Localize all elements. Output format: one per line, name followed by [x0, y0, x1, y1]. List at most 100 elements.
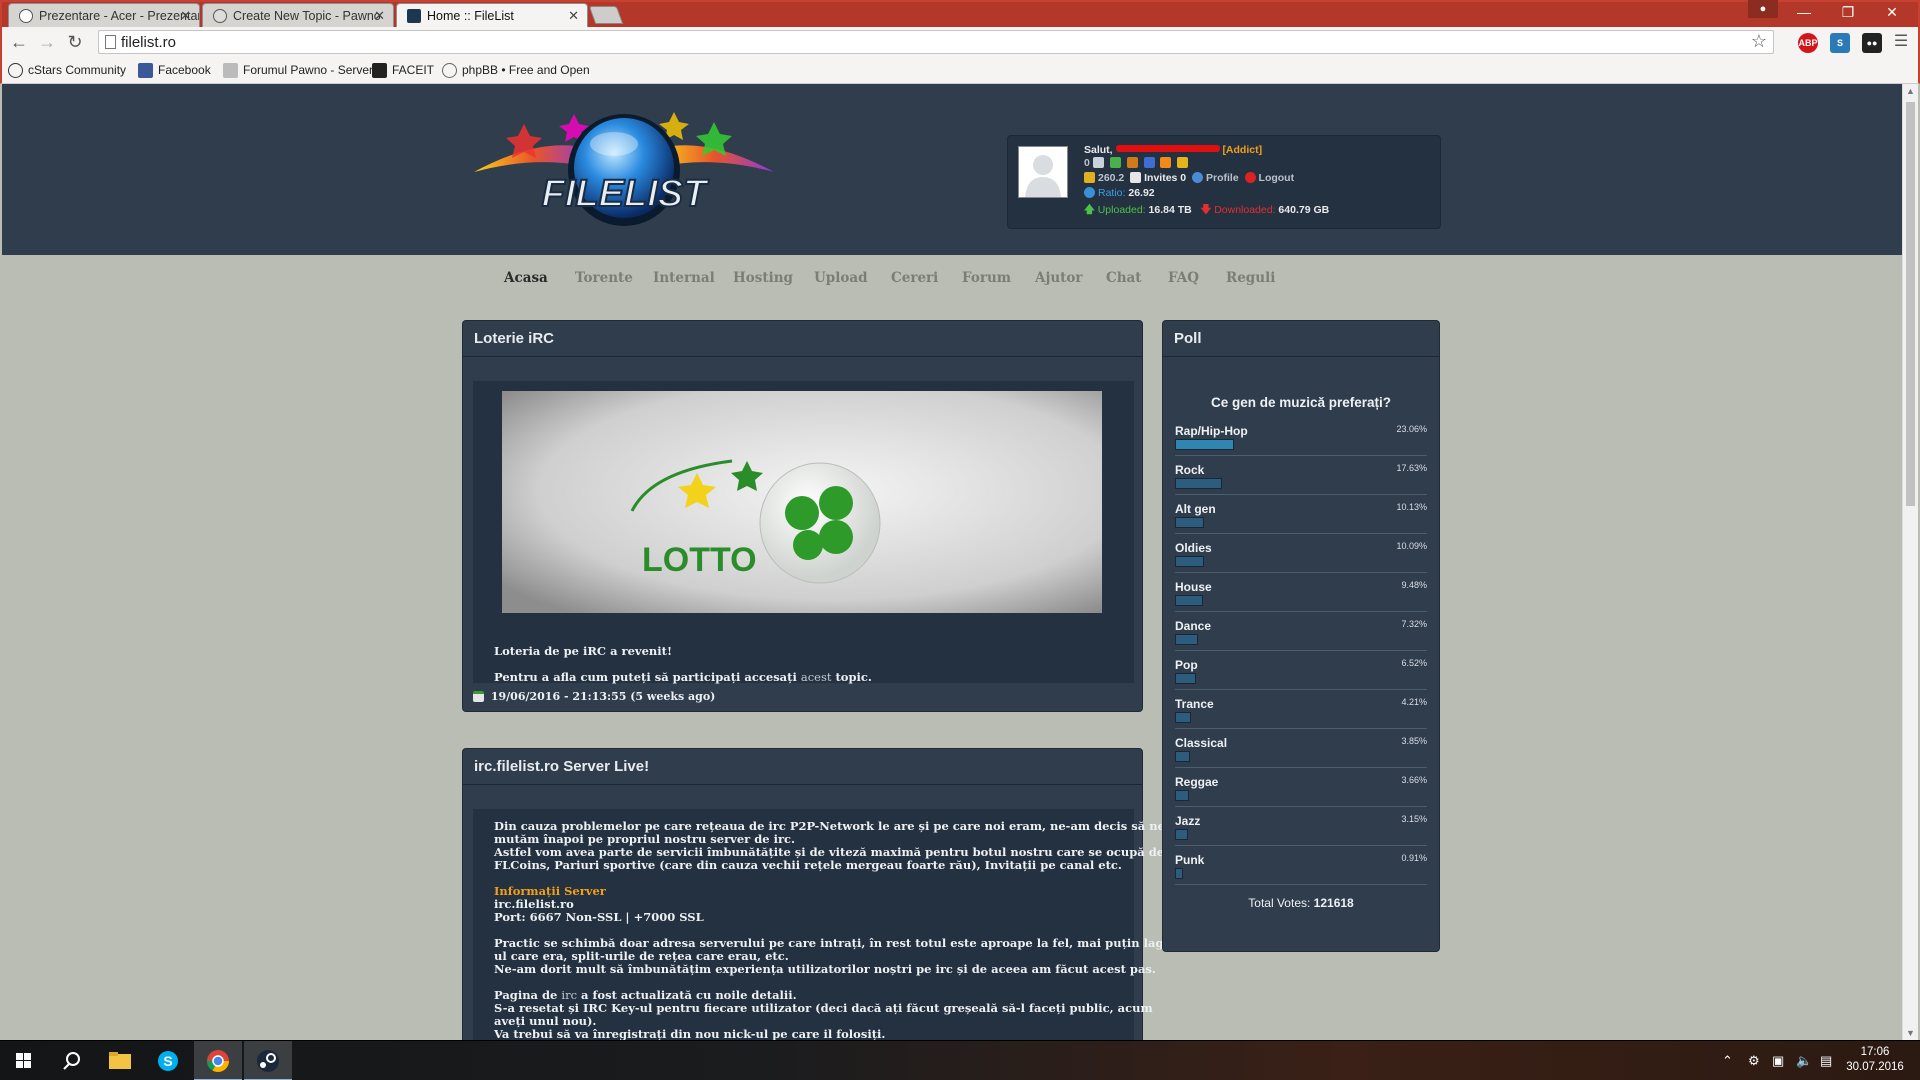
- page-icon: [105, 35, 116, 49]
- nav-ajutor[interactable]: Ajutor: [1035, 270, 1083, 286]
- tray-chevron-icon[interactable]: ⌃: [1722, 1053, 1733, 1069]
- windows-start-icon[interactable]: [0, 1041, 48, 1080]
- shop-icon[interactable]: [1143, 157, 1155, 168]
- bookmark-star-icon[interactable]: ☆: [1751, 31, 1767, 52]
- tab-prezentare[interactable]: Prezentare - Acer - Prezentare ✕: [8, 3, 200, 27]
- avatar[interactable]: [1018, 146, 1068, 198]
- nav-chat[interactable]: Chat: [1106, 270, 1142, 286]
- svg-text:S: S: [163, 1053, 172, 1069]
- browser-toolbar: ← → ↻ filelist.ro ☆ ABP S ●● ☰: [0, 27, 1920, 58]
- menu-icon[interactable]: ☰: [1890, 31, 1912, 53]
- message-count[interactable]: 0: [1084, 157, 1090, 169]
- scrollbar-thumb[interactable]: [1906, 102, 1915, 506]
- address-bar[interactable]: filelist.ro ☆: [98, 30, 1774, 54]
- poll-option-percent: 4.21%: [1401, 697, 1427, 707]
- steam-icon[interactable]: [244, 1041, 292, 1080]
- tab-close-icon[interactable]: ✕: [374, 8, 385, 24]
- envelope-icon[interactable]: [1092, 157, 1104, 168]
- nav-reguli[interactable]: Reguli: [1226, 270, 1275, 286]
- poll-bar: [1175, 517, 1204, 528]
- notifications-icon[interactable]: ▤: [1820, 1053, 1832, 1069]
- news-line: Din cauza problemelor pe care rețeaua de…: [494, 819, 1165, 833]
- bookmark-phpbb[interactable]: phpBB • Free and Open: [442, 63, 590, 78]
- trophy-icon[interactable]: [1177, 157, 1189, 168]
- nav-acasa[interactable]: Acasa: [504, 270, 548, 286]
- filelist-logo[interactable]: FILELIST: [464, 104, 784, 244]
- filelist-favicon-icon: [407, 9, 421, 23]
- scroll-down-icon[interactable]: ▼: [1906, 1028, 1915, 1038]
- tray-app-icon[interactable]: ⚙: [1748, 1053, 1760, 1069]
- topic-link[interactable]: acest: [801, 670, 832, 684]
- tab-filelist-home[interactable]: Home :: FileList ✕: [396, 3, 588, 27]
- poll-bar: [1175, 790, 1189, 801]
- poll-option: Punk 0.91%: [1175, 846, 1427, 885]
- network-icon[interactable]: ▣: [1772, 1053, 1784, 1069]
- faceit-icon: [372, 63, 387, 78]
- poll-bar: [1175, 478, 1222, 489]
- search-icon[interactable]: [48, 1041, 96, 1080]
- reload-icon[interactable]: ↻: [64, 31, 86, 53]
- news-line: Astfel vom avea parte de servicii îmbună…: [494, 845, 1165, 859]
- gift-icon[interactable]: [1126, 157, 1138, 168]
- poll-option-label: Punk: [1175, 853, 1205, 867]
- volume-icon[interactable]: 🔈: [1796, 1053, 1812, 1069]
- extension-glasses-icon[interactable]: ●●: [1862, 33, 1882, 53]
- panel-header: Loterie iRC: [463, 321, 1142, 357]
- tab-close-icon[interactable]: ✕: [568, 8, 579, 24]
- forward-arrow-icon[interactable]: →: [36, 31, 58, 53]
- restore-icon[interactable]: ❐: [1826, 2, 1870, 22]
- bookmark-faceit[interactable]: FACEIT: [372, 63, 434, 78]
- extension-s-icon[interactable]: S: [1830, 33, 1850, 53]
- poll-bar: [1175, 712, 1191, 723]
- nav-internal[interactable]: Internal: [653, 270, 715, 286]
- news-line: Va trebui să va înregistrați din nou nic…: [494, 1027, 886, 1040]
- file-explorer-icon[interactable]: [96, 1041, 144, 1080]
- minimize-icon[interactable]: —: [1782, 2, 1826, 22]
- nav-torente[interactable]: Torente: [575, 270, 633, 286]
- user-class[interactable]: [Addict]: [1222, 144, 1262, 156]
- taskbar-clock[interactable]: 17:06 30.07.2016: [1840, 1045, 1910, 1075]
- pawno-icon: [223, 63, 238, 78]
- skype-icon[interactable]: S: [144, 1041, 192, 1080]
- bookmark-pawno[interactable]: Forumul Pawno - Server: [223, 63, 373, 78]
- rss-icon[interactable]: [1160, 157, 1172, 168]
- profile-icon[interactable]: ●: [1748, 0, 1778, 18]
- address-url[interactable]: filelist.ro: [121, 34, 176, 51]
- poll-bar-track: [1175, 439, 1425, 450]
- logout-link[interactable]: Logout: [1259, 172, 1295, 184]
- facebook-icon: [138, 63, 153, 78]
- nav-upload[interactable]: Upload: [814, 270, 868, 286]
- close-window-icon[interactable]: ✕: [1870, 2, 1914, 22]
- news-line: S-a resetat și IRC Key-ul pentru fiecare…: [494, 1001, 1153, 1015]
- poll-option-percent: 9.48%: [1401, 580, 1427, 590]
- poll-bar: [1175, 829, 1188, 840]
- tab-close-icon[interactable]: ✕: [180, 8, 191, 24]
- poll-option: Rap/Hip-Hop 23.06%: [1175, 417, 1427, 456]
- profile-link[interactable]: Profile: [1206, 172, 1239, 184]
- invites-count[interactable]: Invites 0: [1144, 172, 1186, 184]
- tab-create-topic[interactable]: Create New Topic - Pawno ✕: [202, 3, 394, 27]
- nav-forum[interactable]: Forum: [962, 270, 1011, 286]
- poll-bar-track: [1175, 790, 1425, 801]
- poll-option: Classical 3.85%: [1175, 729, 1427, 768]
- bookmark-facebook[interactable]: Facebook: [138, 63, 211, 78]
- adblock-plus-icon[interactable]: ABP: [1798, 33, 1818, 53]
- scroll-up-icon[interactable]: ▲: [1906, 86, 1915, 96]
- stats-icon[interactable]: [1109, 157, 1121, 168]
- nav-faq[interactable]: FAQ: [1168, 270, 1199, 286]
- nav-hosting[interactable]: Hosting: [733, 270, 793, 286]
- page-scrollbar[interactable]: ▲ ▼: [1902, 84, 1918, 1040]
- news-line: Practic se schimbă doar adresa serverulu…: [494, 936, 1169, 950]
- irc-page-link[interactable]: irc: [561, 988, 577, 1002]
- bookmarks-bar: cStars Community Facebook Forumul Pawno …: [0, 58, 1920, 84]
- poll-option-label: Trance: [1175, 697, 1214, 711]
- back-arrow-icon[interactable]: ←: [8, 31, 30, 53]
- bookmark-cstars[interactable]: cStars Community: [8, 63, 126, 78]
- bonus-points[interactable]: 260.2: [1098, 172, 1124, 184]
- nav-cereri[interactable]: Cereri: [891, 270, 938, 286]
- news-text: topic.: [835, 670, 872, 684]
- chrome-icon[interactable]: [194, 1041, 242, 1080]
- poll-bar: [1175, 439, 1234, 450]
- news-panel-lottery: Loterie iRC LOTTO Loteria de pe iRC a re…: [462, 320, 1143, 712]
- calendar-icon: [473, 691, 484, 702]
